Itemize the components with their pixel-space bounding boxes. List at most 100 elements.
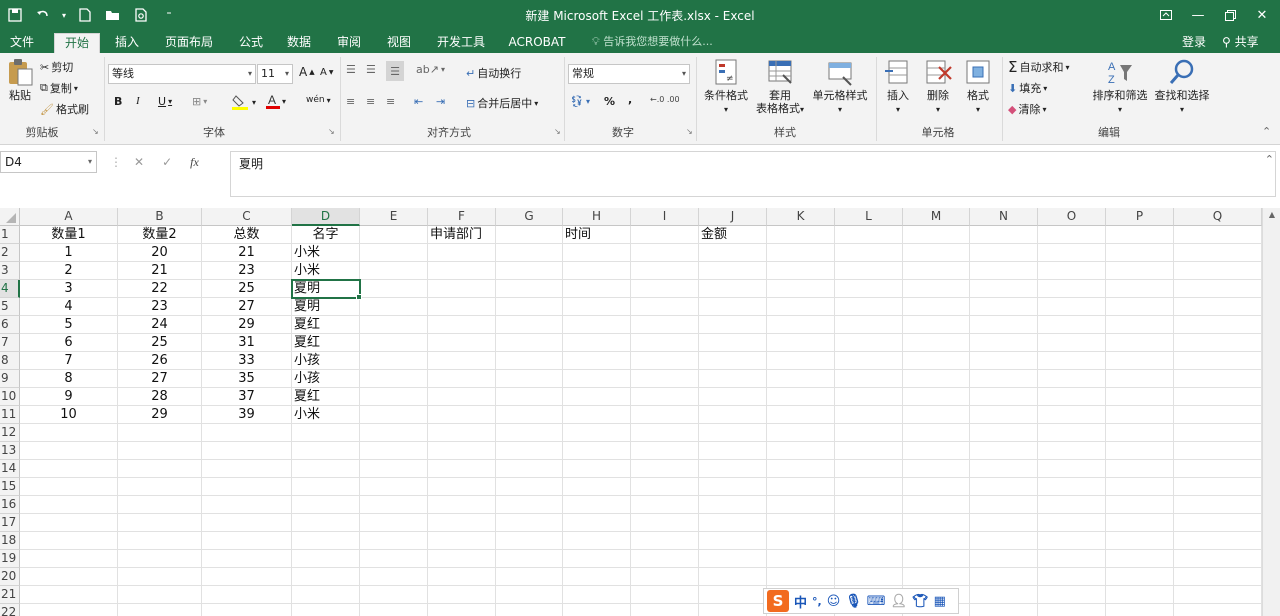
- cell-f22[interactable]: [428, 604, 496, 616]
- cell-p18[interactable]: [1106, 532, 1174, 550]
- vertical-scrollbar[interactable]: ▲: [1262, 208, 1280, 616]
- cut-button[interactable]: ✂ 剪切: [40, 59, 73, 75]
- cell-k7[interactable]: [767, 334, 835, 352]
- cell-g13[interactable]: [496, 442, 563, 460]
- cell-h19[interactable]: [563, 550, 631, 568]
- cell-j6[interactable]: [699, 316, 767, 334]
- cell-e19[interactable]: [360, 550, 428, 568]
- cell-i12[interactable]: [631, 424, 699, 442]
- cell-g7[interactable]: [496, 334, 563, 352]
- cell-q7[interactable]: [1174, 334, 1262, 352]
- cell-a5[interactable]: 4: [20, 298, 118, 316]
- cell-h8[interactable]: [563, 352, 631, 370]
- cell-c20[interactable]: [202, 568, 292, 586]
- cell-n6[interactable]: [970, 316, 1038, 334]
- orientation-button[interactable]: ab↗ ▾: [416, 63, 445, 76]
- cell-f6[interactable]: [428, 316, 496, 334]
- row-header-13[interactable]: 13: [0, 442, 20, 460]
- cell-a16[interactable]: [20, 496, 118, 514]
- cell-h15[interactable]: [563, 478, 631, 496]
- cell-p8[interactable]: [1106, 352, 1174, 370]
- cell-c4[interactable]: 25: [202, 280, 292, 298]
- cell-d21[interactable]: [292, 586, 360, 604]
- dialog-launcher-icon[interactable]: ↘: [92, 127, 99, 136]
- wrap-text-button[interactable]: ↵ 自动换行: [466, 65, 521, 81]
- cell-a11[interactable]: 10: [20, 406, 118, 424]
- cell-m14[interactable]: [903, 460, 970, 478]
- cell-m8[interactable]: [903, 352, 970, 370]
- column-header-p[interactable]: P: [1106, 208, 1174, 226]
- cell-l6[interactable]: [835, 316, 903, 334]
- cell-e20[interactable]: [360, 568, 428, 586]
- cell-b14[interactable]: [118, 460, 202, 478]
- cell-f16[interactable]: [428, 496, 496, 514]
- font-color-button[interactable]: A ▾: [266, 93, 286, 109]
- column-header-a[interactable]: A: [20, 208, 118, 226]
- cell-a12[interactable]: [20, 424, 118, 442]
- conditional-formatting-button[interactable]: ≠ 条件格式 ▾: [700, 57, 752, 116]
- cell-n20[interactable]: [970, 568, 1038, 586]
- cell-g8[interactable]: [496, 352, 563, 370]
- emoji-icon[interactable]: ☺: [827, 594, 841, 609]
- cell-q8[interactable]: [1174, 352, 1262, 370]
- increase-indent-button[interactable]: ⇥: [436, 95, 445, 108]
- borders-button[interactable]: ⊞ ▾: [192, 95, 207, 108]
- cell-a18[interactable]: [20, 532, 118, 550]
- comma-style-button[interactable]: ,: [628, 93, 632, 106]
- cell-i6[interactable]: [631, 316, 699, 334]
- cell-l1[interactable]: [835, 226, 903, 244]
- cell-e10[interactable]: [360, 388, 428, 406]
- cell-q18[interactable]: [1174, 532, 1262, 550]
- cell-b2[interactable]: 20: [118, 244, 202, 262]
- cell-p9[interactable]: [1106, 370, 1174, 388]
- cell-h17[interactable]: [563, 514, 631, 532]
- cell-q6[interactable]: [1174, 316, 1262, 334]
- cell-b1[interactable]: 数量2: [118, 226, 202, 244]
- cell-n13[interactable]: [970, 442, 1038, 460]
- row-header-10[interactable]: 10: [0, 388, 20, 406]
- cell-h18[interactable]: [563, 532, 631, 550]
- align-left-button[interactable]: ≡: [346, 95, 355, 108]
- cell-e4[interactable]: [360, 280, 428, 298]
- row-header-19[interactable]: 19: [0, 550, 20, 568]
- column-header-o[interactable]: O: [1038, 208, 1106, 226]
- cell-j12[interactable]: [699, 424, 767, 442]
- cell-o17[interactable]: [1038, 514, 1106, 532]
- cell-i18[interactable]: [631, 532, 699, 550]
- cell-k3[interactable]: [767, 262, 835, 280]
- cell-b15[interactable]: [118, 478, 202, 496]
- cell-j15[interactable]: [699, 478, 767, 496]
- cell-f4[interactable]: [428, 280, 496, 298]
- cell-l13[interactable]: [835, 442, 903, 460]
- cell-n22[interactable]: [970, 604, 1038, 616]
- decrease-indent-button[interactable]: ⇤: [414, 95, 423, 108]
- copy-button[interactable]: ⧉ 复制 ▾: [40, 80, 78, 96]
- cell-a9[interactable]: 8: [20, 370, 118, 388]
- worksheet-grid[interactable]: A B C D E F G H I J K L M N O P Q 1 数量1 数量2 总数 名字 申请部门 时间 金额 2 1 20…: [0, 208, 1280, 616]
- cell-i15[interactable]: [631, 478, 699, 496]
- cell-n18[interactable]: [970, 532, 1038, 550]
- cell-c11[interactable]: 39: [202, 406, 292, 424]
- cell-i5[interactable]: [631, 298, 699, 316]
- cell-o18[interactable]: [1038, 532, 1106, 550]
- cell-o19[interactable]: [1038, 550, 1106, 568]
- cell-g2[interactable]: [496, 244, 563, 262]
- cell-l9[interactable]: [835, 370, 903, 388]
- minimize-icon[interactable]: —: [1184, 4, 1212, 26]
- font-size-combo[interactable]: 11 ▾: [257, 64, 293, 84]
- cell-l7[interactable]: [835, 334, 903, 352]
- cell-d19[interactable]: [292, 550, 360, 568]
- cell-h11[interactable]: [563, 406, 631, 424]
- cell-a14[interactable]: [20, 460, 118, 478]
- cell-d11[interactable]: 小米: [292, 406, 360, 424]
- cell-l8[interactable]: [835, 352, 903, 370]
- cell-i4[interactable]: [631, 280, 699, 298]
- cell-m5[interactable]: [903, 298, 970, 316]
- cell-e11[interactable]: [360, 406, 428, 424]
- cell-k19[interactable]: [767, 550, 835, 568]
- format-painter-button[interactable]: 🖌︎ 格式刷: [40, 101, 89, 117]
- cell-n17[interactable]: [970, 514, 1038, 532]
- cell-p2[interactable]: [1106, 244, 1174, 262]
- cell-q2[interactable]: [1174, 244, 1262, 262]
- cell-m19[interactable]: [903, 550, 970, 568]
